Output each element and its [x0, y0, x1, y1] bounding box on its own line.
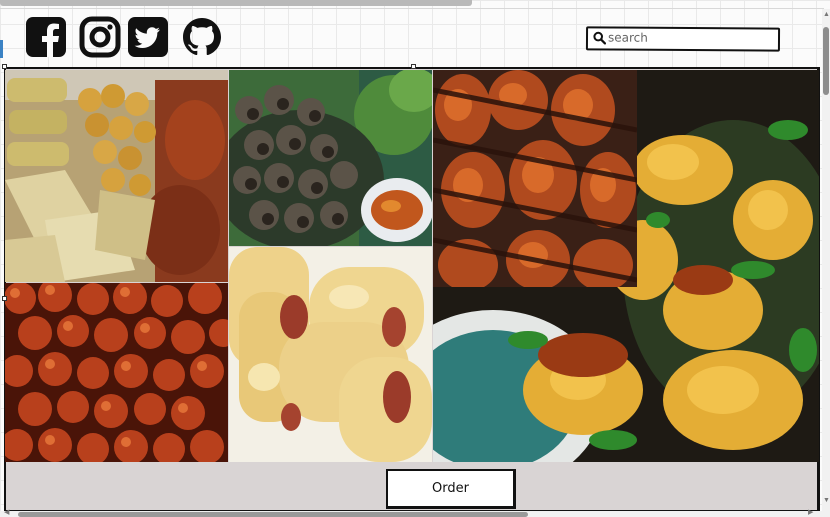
scroll-right-icon[interactable]: ▶: [808, 509, 813, 517]
order-button[interactable]: Order: [386, 469, 516, 509]
search-icon: [593, 31, 607, 45]
photo-spring-rolls-and-puff-puff: [5, 70, 228, 282]
photo-snails-with-sauce: [229, 70, 432, 246]
selection-marker: [0, 40, 3, 58]
instagram-icon[interactable]: [79, 16, 121, 58]
vertical-scrollbar-thumb[interactable]: [823, 27, 829, 95]
twitter-icon[interactable]: [127, 16, 169, 58]
photo-grilled-chicken: [433, 70, 637, 287]
search-box[interactable]: [585, 26, 781, 52]
scroll-up-icon[interactable]: ▲: [823, 11, 830, 19]
resize-handle[interactable]: [2, 64, 7, 69]
search-input[interactable]: [607, 29, 773, 47]
top-scrollbar-thumb[interactable]: [0, 0, 472, 6]
scroll-down-icon[interactable]: ▼: [823, 497, 830, 505]
resize-handle[interactable]: [2, 296, 7, 301]
github-icon[interactable]: [181, 16, 223, 58]
scroll-left-icon[interactable]: ◀: [4, 509, 9, 517]
photo-fried-meatballs: [5, 283, 228, 462]
top-divider: [0, 8, 824, 9]
horizontal-scrollbar-thumb[interactable]: [18, 512, 528, 517]
resize-handle[interactable]: [411, 64, 416, 69]
facebook-icon[interactable]: [25, 16, 67, 58]
photo-sausage-rolls: [229, 247, 432, 462]
